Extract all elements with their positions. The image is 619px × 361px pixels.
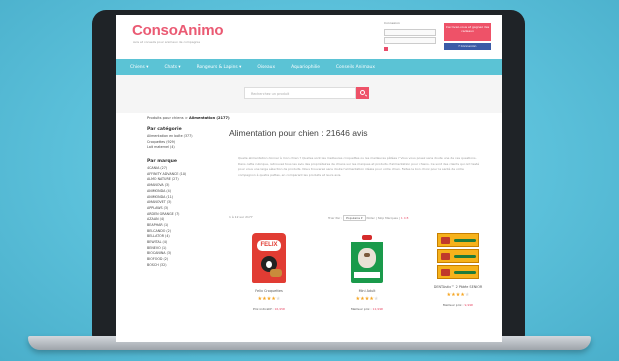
breadcrumb-separator: > (184, 116, 188, 120)
product-price-value: 12,99€ (372, 307, 384, 312)
star-icon (262, 296, 267, 301)
star-empty-icon (465, 292, 470, 297)
star-icon (360, 296, 365, 301)
product-price: Meilleur prix : 12,99€ (330, 307, 404, 311)
sort-label: Trier Par : (328, 216, 343, 220)
laptop-scene: ConsoAnimo Avis et conseils pour animaux… (0, 0, 619, 361)
facebook-login-label: Connexion (460, 44, 477, 48)
product-rating (421, 292, 495, 297)
nav-item-aquariophilie[interactable]: Aquariophilie (291, 65, 320, 70)
dentastix-pack (437, 265, 479, 279)
sort-pagination[interactable]: 1 4 8 (401, 216, 409, 220)
nav-item-conseils[interactable]: Conseils Animaux (336, 65, 375, 70)
product-price-label: Prix indicatif : (252, 307, 274, 312)
product-card[interactable]: Mini Adult Meilleur prix : 12,99€ (330, 233, 404, 311)
search-icon (360, 90, 365, 95)
star-empty-icon (374, 296, 379, 301)
product-card[interactable]: FELIX Felix Croquettes Prix indicatif : … (232, 233, 306, 311)
login-email-field[interactable] (384, 29, 436, 36)
login-password-field[interactable] (384, 37, 436, 44)
site-header: ConsoAnimo Avis et conseils pour animaux… (116, 15, 502, 59)
login-box: Connexion (384, 21, 436, 55)
star-icon (355, 296, 360, 301)
product-price-label: Meilleur prix : (350, 307, 372, 312)
product-name[interactable]: DENTAstix™ 2 Pâtée SENIOR (421, 285, 495, 289)
product-rating (232, 296, 306, 301)
nav-item-oiseaux[interactable]: Oiseaux (257, 65, 275, 70)
sort-select[interactable]: Populaire ▾ (343, 215, 366, 221)
dentastix-pack (437, 249, 479, 263)
site-logo[interactable]: ConsoAnimo (132, 22, 224, 39)
product-card[interactable]: DENTAstix™ 2 Pâtée SENIOR Meilleur prix … (421, 233, 495, 307)
product-image-dentastix[interactable] (437, 233, 479, 279)
register-button[interactable]: Inscrivez-vous et gagnez des cadeaux (444, 23, 491, 41)
sort-bar: Trier Par : Populaire ▾ Noter | Skip Mar… (328, 215, 408, 221)
star-icon (460, 292, 465, 297)
star-icon (271, 296, 276, 301)
search-input[interactable]: Recherchez un produit (244, 87, 356, 99)
results-count: 1 à 12 sur 2177 (229, 215, 253, 219)
nav-item-chats[interactable]: Chats ▾ (164, 65, 180, 70)
sort-options[interactable]: Noter | Skip Marques | (366, 216, 399, 220)
royal-canin-logo (362, 235, 372, 240)
dentastix-pack (437, 233, 479, 247)
product-price: Meilleur prix : 9,99€ (421, 303, 495, 307)
brand-filter-item[interactable]: BOSCH (32) (147, 263, 219, 269)
filter-sidebar: Par catégorie Alimentation en boîte (377… (147, 127, 219, 268)
product-price-label: Meilleur prix : (442, 303, 464, 308)
product-price-value: 9,99€ (464, 303, 474, 308)
facebook-login-button[interactable]: f Connexion (444, 43, 491, 50)
breadcrumb-root[interactable]: Produits pour chiens (147, 116, 184, 120)
product-rating (330, 296, 404, 301)
category-filter-title: Par catégorie (147, 127, 182, 132)
star-icon (267, 296, 271, 301)
nav-item-chiens[interactable]: Chiens ▾ (130, 65, 148, 70)
login-submit-button[interactable] (384, 47, 388, 51)
product-price: Prix indicatif : 16,95€ (232, 307, 306, 311)
star-icon (456, 292, 460, 297)
dog-icon (358, 248, 376, 268)
brand-filter-title: Par marque (147, 159, 178, 165)
product-image-felix[interactable]: FELIX (252, 233, 286, 283)
sort-select-value: Populaire (346, 216, 361, 220)
page-title: Alimentation pour chien : 21646 avis (229, 128, 368, 138)
search-button[interactable] (356, 87, 369, 99)
star-icon (257, 296, 262, 301)
site-tagline: Avis et conseils pour animaux de compagn… (133, 40, 201, 44)
breadcrumb-current: Alimentation (2177) (189, 116, 230, 120)
product-image-royal-canin[interactable] (351, 233, 383, 283)
breadcrumb: Produits pour chiens > Alimentation (217… (147, 116, 230, 120)
star-icon (365, 296, 369, 301)
kibble-icon (270, 269, 282, 277)
star-empty-icon (276, 296, 281, 301)
product-name[interactable]: Mini Adult (330, 289, 404, 293)
star-icon (446, 292, 451, 297)
bag-label (354, 272, 380, 278)
product-price-value: 16,95€ (274, 307, 286, 312)
nav-item-rongeurs[interactable]: Rongeurs & Lapins ▾ (197, 65, 242, 70)
star-icon (369, 296, 374, 301)
category-intro-text: Quelle alimentation donner à mon chien ?… (238, 156, 480, 177)
browser-screen: ConsoAnimo Avis et conseils pour animaux… (116, 15, 502, 342)
login-label: Connexion (384, 21, 400, 25)
main-nav: Chiens ▾ Chats ▾ Rongeurs & Lapins ▾ Ois… (116, 59, 502, 75)
star-icon (451, 292, 456, 297)
product-name[interactable]: Felix Croquettes (232, 289, 306, 293)
search-strip: Recherchez un produit (116, 75, 502, 113)
felix-logo: FELIX (257, 240, 281, 251)
